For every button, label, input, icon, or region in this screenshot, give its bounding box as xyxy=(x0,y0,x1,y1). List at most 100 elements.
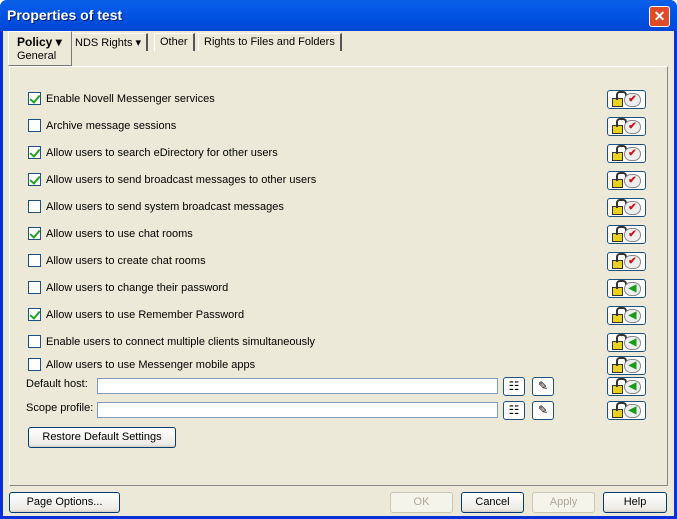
cancel-button[interactable]: Cancel xyxy=(461,492,524,513)
inheritance-lock-button[interactable]: ◀ xyxy=(607,333,646,352)
inheritance-lock-button[interactable]: ✔ xyxy=(607,117,646,136)
option-checkbox[interactable] xyxy=(28,92,41,105)
tab-nds-rights[interactable]: NDS Rights ▾ xyxy=(69,33,149,51)
inheritance-lock-button[interactable]: ◀ xyxy=(607,306,646,325)
policy-arrow-icon: ◀ xyxy=(624,308,641,323)
inheritance-lock-button[interactable]: ✔ xyxy=(607,171,646,190)
help-button[interactable]: Help xyxy=(603,492,667,513)
restore-defaults-button[interactable]: Restore Default Settings xyxy=(28,427,176,448)
inheritance-lock-button[interactable]: ✔ xyxy=(607,144,646,163)
unlock-icon xyxy=(612,401,627,418)
option-row[interactable]: Allow users to change their password xyxy=(28,281,228,294)
option-checkbox[interactable] xyxy=(28,335,41,348)
policy-arrow-icon: ◀ xyxy=(624,379,641,394)
inheritance-lock-button[interactable]: ◀ xyxy=(607,401,646,420)
subtab-general[interactable]: General xyxy=(17,50,63,62)
option-row[interactable]: Allow users to use Remember Password xyxy=(28,308,244,321)
unlock-icon xyxy=(612,171,627,188)
unlock-icon xyxy=(612,117,627,134)
option-row[interactable]: Archive message sessions xyxy=(28,119,176,132)
option-row[interactable]: Allow users to use Messenger mobile apps xyxy=(28,358,255,371)
option-label: Allow users to search eDirectory for oth… xyxy=(46,146,278,159)
unlock-icon xyxy=(612,306,627,323)
title-bar: Properties of test ✕ xyxy=(0,0,677,31)
tab-rights-to-files[interactable]: Rights to Files and Folders xyxy=(198,33,342,51)
option-label: Allow users to use Messenger mobile apps xyxy=(46,358,256,371)
option-label: Allow users to change their password xyxy=(46,281,229,294)
scope-profile-input[interactable] xyxy=(97,402,498,418)
option-label: Enable Novell Messenger services xyxy=(46,92,215,105)
tab-policy[interactable]: Policy ▾ General xyxy=(8,31,72,66)
option-checkbox[interactable] xyxy=(28,119,41,132)
tab-label: Policy xyxy=(17,35,53,49)
chevron-down-icon: ▾ xyxy=(55,35,62,49)
scope-profile-label: Scope profile: xyxy=(26,402,94,414)
option-row[interactable]: Allow users to send broadcast messages t… xyxy=(28,173,316,186)
policy-arrow-icon: ◀ xyxy=(624,358,641,373)
option-row[interactable]: Allow users to send system broadcast mes… xyxy=(28,200,284,213)
inheritance-lock-button[interactable]: ◀ xyxy=(607,279,646,298)
browse-tree-button[interactable]: ☷ xyxy=(503,401,525,420)
unlock-icon xyxy=(612,279,627,296)
unlock-icon xyxy=(612,356,627,373)
option-checkbox[interactable] xyxy=(28,200,41,213)
option-checkbox[interactable] xyxy=(28,146,41,159)
policy-check-icon: ✔ xyxy=(624,173,641,188)
option-label: Archive message sessions xyxy=(46,119,177,132)
option-label: Allow users to send broadcast messages t… xyxy=(46,173,317,186)
option-label: Enable users to connect multiple clients… xyxy=(46,335,316,348)
browse-tree-button[interactable]: ☷ xyxy=(503,377,525,396)
tab-label: NDS Rights xyxy=(75,37,133,49)
inheritance-lock-button[interactable]: ✔ xyxy=(607,225,646,244)
policy-check-icon: ✔ xyxy=(624,227,641,242)
option-label: Allow users to use chat rooms xyxy=(46,227,193,240)
window-title: Properties of test xyxy=(7,7,123,23)
chevron-down-icon: ▾ xyxy=(135,37,142,49)
policy-arrow-icon: ◀ xyxy=(624,281,641,296)
option-row[interactable]: Enable users to connect multiple clients… xyxy=(28,335,315,348)
option-label: Allow users to send system broadcast mes… xyxy=(46,200,284,213)
unlock-icon xyxy=(612,377,627,394)
option-checkbox[interactable] xyxy=(28,281,41,294)
close-button[interactable]: ✕ xyxy=(649,6,670,27)
option-row[interactable]: Allow users to use chat rooms xyxy=(28,227,193,240)
ok-button[interactable]: OK xyxy=(390,492,453,513)
option-checkbox[interactable] xyxy=(28,358,41,371)
policy-check-icon: ✔ xyxy=(624,119,641,134)
inheritance-lock-button[interactable]: ✔ xyxy=(607,198,646,217)
option-label: Allow users to create chat rooms xyxy=(46,254,206,267)
policy-arrow-icon: ◀ xyxy=(624,335,641,350)
inheritance-lock-button[interactable]: ◀ xyxy=(607,377,646,396)
default-host-label: Default host: xyxy=(26,378,88,390)
inheritance-lock-button[interactable]: ◀ xyxy=(607,356,646,375)
edit-pencil-button[interactable]: ✎ xyxy=(532,401,554,420)
option-row[interactable]: Enable Novell Messenger services xyxy=(28,92,215,105)
option-checkbox[interactable] xyxy=(28,173,41,186)
edit-pencil-button[interactable]: ✎ xyxy=(532,377,554,396)
unlock-icon xyxy=(612,90,627,107)
option-checkbox[interactable] xyxy=(28,254,41,267)
apply-button[interactable]: Apply xyxy=(532,492,595,513)
option-checkbox[interactable] xyxy=(28,308,41,321)
policy-check-icon: ✔ xyxy=(624,200,641,215)
option-row[interactable]: Allow users to search eDirectory for oth… xyxy=(28,146,278,159)
unlock-icon xyxy=(612,198,627,215)
option-row[interactable]: Allow users to create chat rooms xyxy=(28,254,206,267)
default-host-input[interactable] xyxy=(97,378,498,394)
tab-other[interactable]: Other xyxy=(154,33,195,51)
option-checkbox[interactable] xyxy=(28,227,41,240)
policy-check-icon: ✔ xyxy=(624,146,641,161)
policy-check-icon: ✔ xyxy=(624,254,641,269)
tab-label: Rights to Files and Folders xyxy=(204,36,335,48)
properties-dialog: Properties of test ✕ NDS Rights ▾ Other … xyxy=(0,0,677,519)
unlock-icon xyxy=(612,225,627,242)
inheritance-lock-button[interactable]: ✔ xyxy=(607,90,646,109)
inheritance-lock-button[interactable]: ✔ xyxy=(607,252,646,271)
option-label: Allow users to use Remember Password xyxy=(46,308,245,321)
unlock-icon xyxy=(612,144,627,161)
tab-label: Other xyxy=(160,36,188,48)
policy-check-icon: ✔ xyxy=(624,92,641,107)
page-options-button[interactable]: Page Options... xyxy=(9,492,120,513)
unlock-icon xyxy=(612,252,627,269)
policy-arrow-icon: ◀ xyxy=(624,403,641,418)
